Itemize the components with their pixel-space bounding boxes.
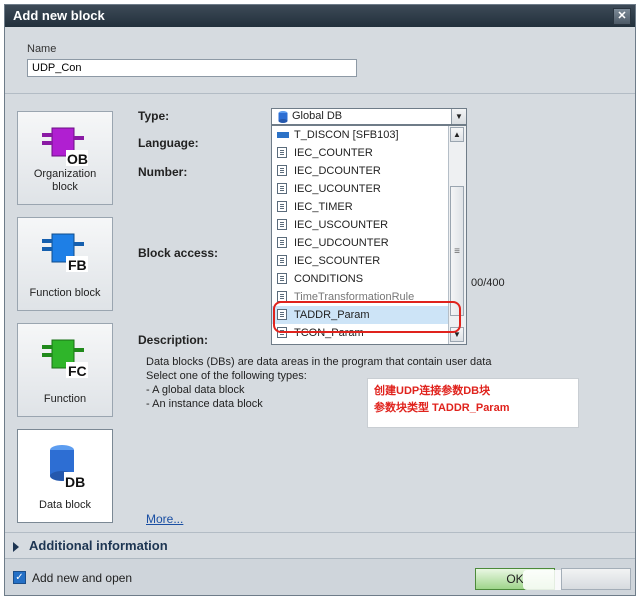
dropdown-item-label: TCON_Param (294, 327, 364, 339)
data-type-icon (277, 255, 287, 266)
dropdown-item[interactable]: TimeTransformationRule (272, 288, 450, 306)
divider (5, 93, 635, 94)
tile-caption-line: Function (43, 393, 87, 405)
dropdown-item[interactable]: IEC_UCOUNTER (272, 180, 450, 198)
name-label: Name (27, 43, 57, 55)
block-access-label: Block access: (138, 246, 219, 260)
add-new-and-open-label: Add new and open (32, 571, 133, 585)
dropdown-item-label: IEC_UCOUNTER (294, 183, 381, 195)
close-icon[interactable]: ✕ (613, 8, 631, 25)
scroll-down-icon[interactable]: ▼ (450, 327, 464, 342)
dialog-title: Add new block ✕ (5, 5, 635, 27)
data-block-icon: DB (50, 445, 88, 490)
database-icon (278, 111, 288, 123)
block-type-list: OB Organization block FB Function block (11, 97, 127, 527)
function-block-type-icon (277, 132, 289, 138)
dropdown-scrollbar[interactable]: ▲ ≡ ▼ (448, 126, 466, 344)
add-new-and-open-checkbox[interactable]: ✓ (13, 571, 26, 584)
scroll-thumb[interactable]: ≡ (450, 186, 464, 316)
dropdown-item-label: IEC_SCOUNTER (294, 255, 381, 267)
dropdown-item[interactable]: IEC_USCOUNTER (272, 216, 450, 234)
dropdown-item-label: IEC_USCOUNTER (294, 219, 389, 231)
data-type-icon (277, 219, 287, 230)
ob-tag: OB (67, 151, 88, 167)
data-type-icon (277, 147, 287, 158)
tile-caption: Data block (18, 499, 112, 512)
dropdown-item[interactable]: IEC_DCOUNTER (272, 162, 450, 180)
organization-block-tile[interactable]: OB Organization block (17, 111, 113, 205)
data-type-icon (277, 165, 287, 176)
cancel-button[interactable] (561, 568, 631, 590)
dropdown-item[interactable]: IEC_COUNTER (272, 144, 450, 162)
name-input[interactable] (27, 59, 357, 77)
tile-caption: Function (18, 393, 112, 406)
fc-tag: FC (68, 363, 87, 379)
fb-tag: FB (68, 257, 87, 273)
number-label: Number: (138, 165, 188, 179)
dropdown-item-label: IEC_UDCOUNTER (294, 237, 389, 249)
tile-caption-line: Organization (33, 168, 97, 180)
data-type-icon (277, 291, 287, 302)
dropdown-item-label: IEC_DCOUNTER (294, 165, 381, 177)
data-type-icon (277, 201, 287, 212)
data-type-icon (277, 327, 287, 338)
function-block-icon: FB (42, 233, 88, 273)
data-type-icon (277, 183, 287, 194)
type-select[interactable]: Global DB ▼ (271, 108, 467, 125)
red-annotation-note: 创建UDP连接参数DB块 参数块类型 TADDR_Param (367, 378, 579, 428)
tile-caption: Organization block (18, 168, 112, 194)
number-range-fragment: 00/400 (471, 277, 505, 289)
data-type-icon (277, 273, 287, 284)
data-type-icon (277, 237, 287, 248)
dropdown-item-label: IEC_TIMER (294, 201, 353, 213)
dropdown-item[interactable]: TCON_Param (272, 324, 450, 342)
dropdown-item[interactable]: IEC_UDCOUNTER (272, 234, 450, 252)
function-block-tile[interactable]: FB Function block (17, 217, 113, 311)
dropdown-item-label: T_DISCON [SFB103] (294, 129, 399, 141)
language-label: Language: (138, 136, 199, 150)
dropdown-item[interactable]: IEC_TIMER (272, 198, 450, 216)
data-type-icon (277, 309, 287, 320)
dropdown-item-label: TADDR_Param (294, 309, 370, 321)
description-label: Description: (138, 333, 209, 347)
organization-block-icon: OB (42, 127, 88, 167)
additional-information-label: Additional information (29, 538, 168, 553)
function-icon: FC (42, 339, 88, 379)
tile-caption-line: Data block (39, 499, 91, 511)
tile-caption-line: block (52, 181, 78, 193)
description-line: Data blocks (DBs) are data areas in the … (146, 356, 492, 368)
dropdown-item-label: IEC_COUNTER (294, 147, 373, 159)
more-link[interactable]: More... (146, 512, 183, 526)
dropdown-item[interactable]: T_DISCON [SFB103] (272, 126, 450, 144)
dropdown-item-label: CONDITIONS (294, 273, 364, 285)
data-block-tile[interactable]: DB Data block (17, 429, 113, 523)
tile-caption: Function block (18, 287, 112, 300)
dialog-title-text: Add new block (13, 8, 105, 23)
function-tile[interactable]: FC Function (17, 323, 113, 417)
chevron-down-icon[interactable]: ▼ (451, 109, 466, 124)
dropdown-items: T_DISCON [SFB103] IEC_COUNTER IEC_DCOUNTER… (272, 126, 450, 342)
scroll-up-icon[interactable]: ▲ (450, 127, 464, 142)
type-dropdown-list: T_DISCON [SFB103] IEC_COUNTER IEC_DCOUNTER… (271, 125, 467, 345)
tile-caption-line: Function block (29, 287, 101, 299)
annotation-line: 创建UDP连接参数DB块 (374, 385, 491, 397)
triangle-right-icon (13, 541, 19, 552)
dropdown-item[interactable]: CONDITIONS (272, 270, 450, 288)
add-new-block-dialog: Add new block ✕ Name OB Organization blo… (4, 4, 636, 596)
dropdown-item[interactable]: TADDR_Param (272, 306, 450, 324)
additional-information-toggle[interactable]: Additional information (13, 538, 168, 553)
dropdown-item[interactable]: IEC_SCOUNTER (272, 252, 450, 270)
dialog-footer: ✓ Add new and open OK (5, 558, 635, 595)
type-select-value: Global DB (292, 110, 343, 122)
db-tag: DB (65, 474, 85, 490)
type-label: Type: (138, 109, 170, 123)
divider (5, 532, 635, 533)
dropdown-item-label: TimeTransformationRule (294, 291, 415, 303)
annotation-line: 参数块类型 TADDR_Param (374, 402, 510, 414)
